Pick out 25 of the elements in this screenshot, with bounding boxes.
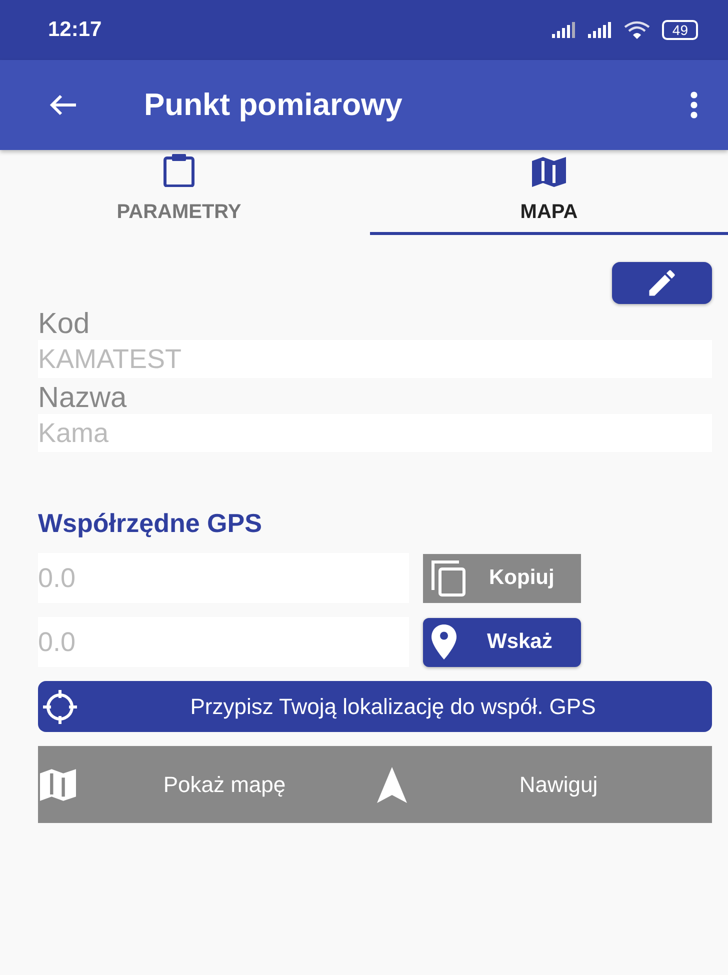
map-pin-icon bbox=[429, 623, 459, 661]
assign-location-button[interactable]: Przypisz Twoją lokalizację do współ. GPS bbox=[38, 681, 712, 732]
navigation-arrow-icon bbox=[377, 766, 407, 802]
clipboard-icon bbox=[162, 153, 196, 187]
coordinate-field[interactable]: 0.0 bbox=[38, 553, 409, 603]
edit-button[interactable] bbox=[612, 262, 712, 304]
navigate-button[interactable]: Nawiguj bbox=[375, 746, 712, 823]
tab[interactable]: MAPA bbox=[370, 150, 728, 235]
show-map-button[interactable]: Pokaż mapę bbox=[38, 746, 375, 823]
signal-icon bbox=[588, 22, 612, 38]
tab[interactable]: PARAMETRY bbox=[0, 150, 358, 235]
back-arrow-icon[interactable] bbox=[48, 93, 78, 117]
section-heading: Współrzędne GPS bbox=[38, 508, 263, 539]
clock: 12:17 bbox=[48, 18, 102, 42]
screen-title: Punkt pomiarowy bbox=[144, 87, 404, 123]
battery-indicator: 49 bbox=[662, 20, 698, 40]
map-icon bbox=[532, 157, 566, 187]
signal-icon bbox=[552, 22, 576, 38]
coordinate-field[interactable]: 0.0 bbox=[38, 617, 409, 667]
field-label: Nazwa bbox=[38, 382, 127, 414]
crosshair-icon bbox=[42, 688, 78, 724]
locate-button[interactable]: Wskaż bbox=[423, 618, 581, 666]
field-label: Kod bbox=[38, 308, 90, 340]
wifi-icon bbox=[624, 21, 650, 39]
more-options-icon[interactable] bbox=[690, 91, 698, 119]
